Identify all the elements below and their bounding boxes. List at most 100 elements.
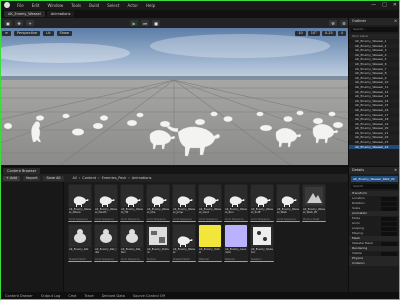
breadcrumb-separator: › [128,176,130,180]
maximize-button[interactable]: □ [382,2,387,8]
close-icon[interactable]: ✕ [394,18,397,25]
perspective-button[interactable]: Perspective [13,30,41,36]
unreal-logo-icon [4,2,10,8]
property-value-field[interactable] [381,216,397,221]
status-item[interactable]: Source Control Off [131,294,167,298]
show-button[interactable]: Show [56,30,72,36]
asset-type-stripe [68,221,92,222]
add-icon[interactable]: + [26,20,34,26]
tab-animations[interactable]: Animations [46,11,75,17]
property-value-field[interactable] [381,251,397,256]
asset-tile[interactable]: AK_Enemy_Rat Skeletal Mesh [68,224,92,262]
property-value-field[interactable] [381,241,397,246]
folder-tree[interactable] [0,182,64,293]
build-icon[interactable]: ⚒ [329,20,337,26]
frame-edge-top [0,0,400,1]
outliner-search-input[interactable]: Search... [351,27,398,32]
asset-tile[interactable]: AK_Enemy_Weasel_Run Anim Sequence [224,184,248,222]
menu-item-window[interactable]: Window [45,3,65,8]
property-value-field[interactable] [381,231,397,236]
property-value-field[interactable] [381,226,397,231]
asset-type-stripe [302,221,326,222]
status-item[interactable]: Cmd [66,294,78,298]
asset-type-stripe [276,221,300,222]
property-value-field[interactable] [381,196,397,201]
scale-snap-button[interactable]: 0.25 [321,30,336,36]
settings-icon[interactable]: ⚙ [340,20,348,26]
asset-tile[interactable]: AK_Enemy_Weasel_Walk Anim Sequence [276,184,300,222]
save-icon[interactable]: ▣ [4,20,12,26]
menu-item-build[interactable]: Build [87,3,101,8]
status-item[interactable]: Trace [82,294,95,298]
asset-tile[interactable]: AK_Enemy_Skeleton Skeleton [250,224,274,262]
asset-tile[interactable]: AK_Enemy_Weasel_Jump Anim Sequence [172,184,196,222]
play-icon[interactable]: ▶ [130,20,138,26]
rotation-snap-button[interactable]: 10° [307,30,320,36]
content-browser-toolbar: + Add Import Save All All › Content › Enemie… [0,174,348,182]
asset-name: AK_Enemy_Rat [69,248,89,251]
weasel-icon [199,185,221,207]
asset-type-stripe [120,221,144,222]
asset-tile[interactable]: AK_Enemy_Rat_Run Anim Sequence [120,224,144,262]
level-viewport[interactable]: ≡ Perspective Lit Show 10 10° 0.25 4 [0,28,348,165]
menu-item-file[interactable]: File [15,3,26,8]
menu-item-actor[interactable]: Actor [125,3,140,8]
menu-item-select[interactable]: Select [105,3,121,8]
viewport-menu-button[interactable]: ≡ [2,30,11,36]
asset-tile[interactable]: AK_Enemy_Weasel_Land Anim Sequence [198,184,222,222]
asset-tile[interactable]: AK_Enemy_Weasel_Idle Anim Sequence [146,184,170,222]
selected-actor-name: AK_Enemy_Weasel_Walk_Pk [351,176,398,182]
import-button[interactable]: Import [22,175,41,181]
mode-icon[interactable]: ✥ [15,20,23,26]
breadcrumb-item[interactable]: Animations [132,176,152,180]
property-value-field[interactable] [381,221,397,226]
asset-tile[interactable]: AK_Enemy_Weasel Skeletal Mesh [172,224,196,262]
tab-main[interactable]: AK_Enemy_Weasel [4,11,45,17]
stop-icon[interactable]: ■ [152,20,160,26]
asset-name: AK_Enemy_Weasel_Walk_Pk [303,208,325,214]
asset-tile[interactable]: AK_Enemy_Weasel_Attack Anim Sequence [68,184,92,222]
skeleton-icon [251,225,273,247]
asset-tile[interactable]: AK_Enemy_Weasel_Death Anim Sequence [94,184,118,222]
grid-snap-button[interactable]: 10 [295,30,306,36]
breadcrumb-item[interactable]: Enemies_Pack [102,176,127,180]
property-value-field[interactable] [381,201,397,206]
details-search-input[interactable]: Search [351,184,398,189]
outliner-item[interactable]: AK_Enemy_Weasel_24 [349,144,400,150]
asset-type-stripe [146,221,170,222]
breadcrumb-item[interactable]: Content [82,176,96,180]
close-button[interactable]: ✕ [393,2,397,8]
lit-button[interactable]: Lit [43,30,54,36]
outliner-title: Outliner [352,19,367,23]
details-panel: Details ✕ AK_Enemy_Weasel_Walk_Pk Search… [348,166,400,292]
close-icon[interactable]: ✕ [394,167,397,174]
breadcrumb-item[interactable]: All [73,176,77,180]
menu-item-edit[interactable]: Edit [30,3,42,8]
save-all-button[interactable]: Save All [43,175,64,181]
breadcrumb-separator: › [98,176,100,180]
status-item[interactable]: Output Log [39,294,63,298]
asset-tile[interactable]: AK_Enemy_Rat_Idle Anim Sequence [94,224,118,262]
tab-content-browser[interactable]: Content Browser [3,167,41,174]
mountain-icon [303,185,325,207]
details-section-header[interactable]: Collision [349,261,400,266]
rat-icon [121,225,143,247]
asset-tile[interactable]: AK_Enemy_Weasel_Sniff Anim Sequence [250,184,274,222]
add-button[interactable]: + Add [3,175,20,181]
asset-tile[interactable]: AK_Enemy_Texture Texture [146,224,170,262]
yellow-swatch-icon [199,225,221,247]
property-value-field[interactable] [381,206,397,211]
asset-tile[interactable]: AK_Enemy_Weasel_Hit Anim Sequence [120,184,144,222]
camera-speed-button[interactable]: 4 [337,30,346,36]
menu-item-tools[interactable]: Tools [69,3,83,8]
weasel-icon [121,185,143,207]
status-item[interactable]: Derived Data [100,294,127,298]
asset-tile[interactable]: AK_Enemy_Lavender Material [224,224,248,262]
step-icon[interactable]: ⏭ [141,20,149,26]
menu-item-help[interactable]: Help [144,3,157,8]
asset-tile[interactable]: AK_Enemy_Yellow Material [198,224,222,262]
minimize-button[interactable]: — [371,2,376,8]
status-item[interactable]: Content Drawer [3,294,35,298]
asset-tile[interactable]: AK_Enemy_Weasel_Walk_Pk Physics Asset [302,184,326,222]
asset-name: AK_Enemy_Weasel [173,248,195,254]
